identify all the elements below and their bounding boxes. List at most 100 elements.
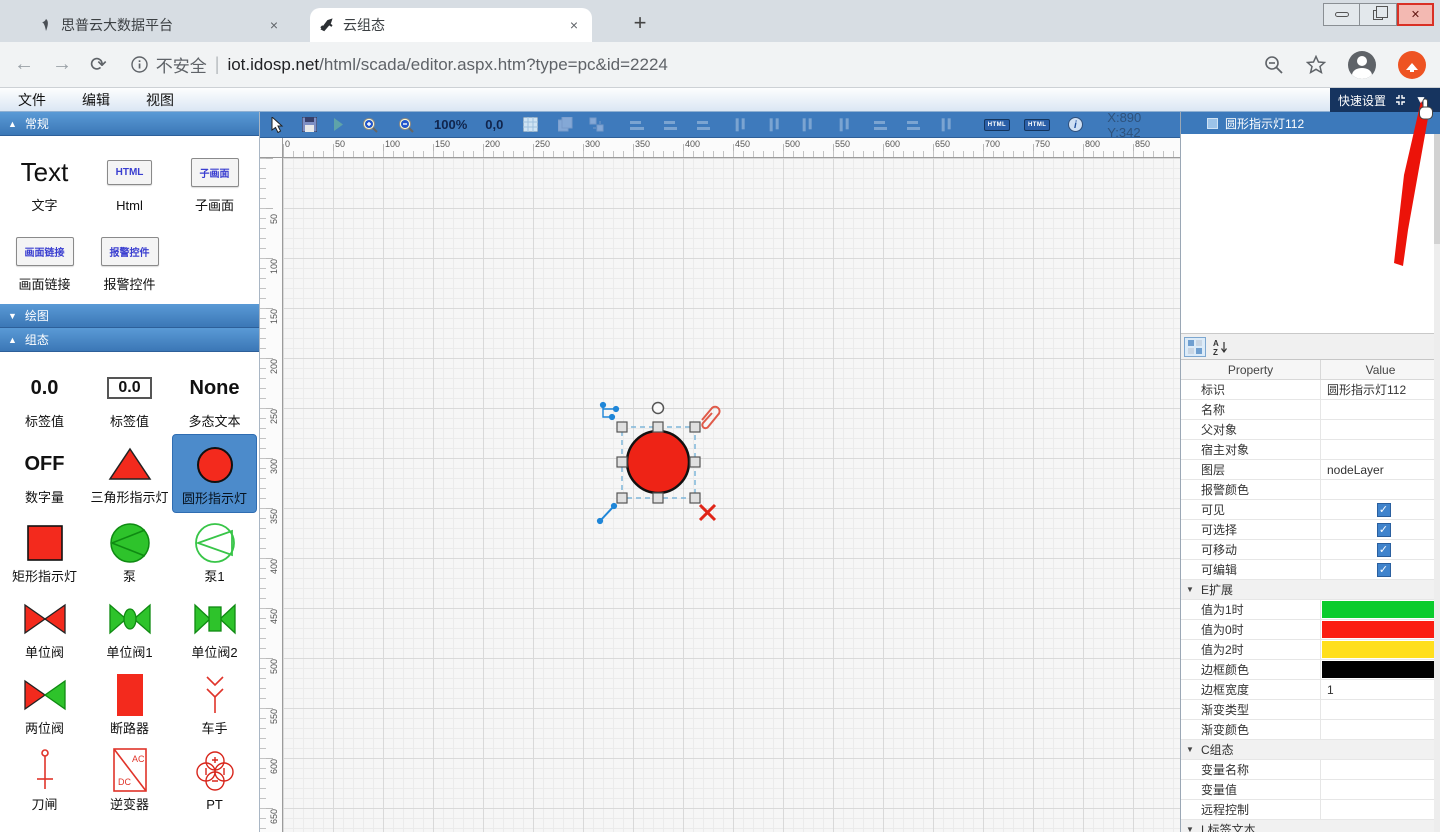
- property-row[interactable]: 可选择✓: [1181, 520, 1440, 540]
- close-button[interactable]: ✕: [1397, 3, 1434, 26]
- browser-tab-1[interactable]: 思普云大数据平台 ×: [30, 8, 292, 42]
- restore-button[interactable]: [1360, 3, 1397, 26]
- scale-tool-icon[interactable]: [597, 503, 616, 523]
- property-row[interactable]: 边框颜色: [1181, 660, 1440, 680]
- align-middle-icon[interactable]: [768, 118, 780, 131]
- connector-tool-icon[interactable]: [600, 402, 618, 419]
- browser-update-icon[interactable]: [1398, 51, 1426, 79]
- tab-close-icon[interactable]: ×: [566, 17, 582, 33]
- property-value[interactable]: 圆形指示灯112: [1321, 380, 1440, 399]
- property-value[interactable]: ✓: [1321, 520, 1440, 539]
- palette-item-valve2[interactable]: 单位阀2: [172, 589, 257, 665]
- property-row[interactable]: ▼L标签文本: [1181, 820, 1440, 832]
- property-row[interactable]: 可见✓: [1181, 500, 1440, 520]
- align-right-icon[interactable]: [697, 119, 710, 131]
- color-swatch[interactable]: [1322, 661, 1439, 678]
- palette-item-pump1[interactable]: 泵1: [172, 513, 257, 589]
- property-value[interactable]: ✓: [1321, 560, 1440, 579]
- select-cursor-icon[interactable]: [270, 117, 284, 133]
- property-row[interactable]: ▼E扩展: [1181, 580, 1440, 600]
- property-value[interactable]: [1321, 400, 1440, 419]
- distribute-h-icon[interactable]: [839, 118, 851, 131]
- property-row[interactable]: 边框宽度1: [1181, 680, 1440, 700]
- palette-item-circle-lamp[interactable]: 圆形指示灯: [172, 434, 257, 512]
- new-tab-button[interactable]: +: [626, 10, 654, 38]
- checkbox[interactable]: ✓: [1377, 543, 1391, 557]
- palette-item-label-value[interactable]: 0.0 标签值: [2, 358, 87, 434]
- palette-item-valve1[interactable]: 单位阀1: [87, 589, 172, 665]
- property-row[interactable]: 宿主对象: [1181, 440, 1440, 460]
- browser-tab-2[interactable]: 云组态 ×: [310, 8, 592, 42]
- checkbox[interactable]: ✓: [1377, 503, 1391, 517]
- same-width-icon[interactable]: [874, 119, 887, 131]
- property-value[interactable]: [1321, 700, 1440, 719]
- property-value[interactable]: [1321, 620, 1440, 639]
- canvas-grid[interactable]: [283, 158, 1180, 832]
- group-collapse-icon[interactable]: ▼: [1186, 825, 1194, 832]
- inspector-scrollbar-thumb[interactable]: [1434, 134, 1440, 244]
- circle-lamp-object[interactable]: [627, 431, 689, 493]
- align-left-icon[interactable]: [630, 119, 643, 131]
- palette-item-digital[interactable]: OFF 数字量: [2, 434, 87, 512]
- property-value[interactable]: [1321, 640, 1440, 659]
- property-value[interactable]: [1321, 800, 1440, 819]
- property-row[interactable]: 变量值: [1181, 780, 1440, 800]
- rotate-handle[interactable]: [653, 403, 664, 414]
- property-value[interactable]: 1: [1321, 680, 1440, 699]
- delete-icon[interactable]: [700, 505, 715, 520]
- html-preview-icon[interactable]: HTML: [1024, 119, 1050, 131]
- align-top-icon[interactable]: [735, 118, 747, 131]
- property-row[interactable]: 远程控制: [1181, 800, 1440, 820]
- property-value[interactable]: ✓: [1321, 500, 1440, 519]
- align-center-icon[interactable]: [664, 119, 677, 131]
- sort-az-icon[interactable]: AZ: [1210, 337, 1232, 357]
- palette-item-html[interactable]: HTML Html: [87, 142, 172, 221]
- group-collapse-icon[interactable]: ▼: [1186, 745, 1194, 754]
- property-row[interactable]: 渐变类型: [1181, 700, 1440, 720]
- same-height-icon[interactable]: [907, 119, 920, 131]
- section-header-drawing[interactable]: ▼绘图: [0, 304, 259, 328]
- copy-icon[interactable]: [558, 117, 573, 132]
- property-row[interactable]: 变量名称: [1181, 760, 1440, 780]
- object-tree-selected-item[interactable]: 圆形指示灯112: [1181, 112, 1440, 134]
- property-row[interactable]: 图层nodeLayer: [1181, 460, 1440, 480]
- palette-item-two-position-valve[interactable]: 两位阀: [2, 665, 87, 741]
- menu-file[interactable]: 文件: [18, 90, 46, 110]
- property-value[interactable]: ✓: [1321, 540, 1440, 559]
- property-value[interactable]: [1321, 780, 1440, 799]
- quick-settings-dropdown-icon[interactable]: ▼: [1415, 93, 1427, 107]
- palette-item-valve[interactable]: 单位阀: [2, 589, 87, 665]
- palette-item-knife-switch[interactable]: 刀闸: [2, 741, 87, 817]
- html-export-icon[interactable]: HTML: [984, 119, 1010, 131]
- zoom-out-icon[interactable]: [1264, 55, 1284, 75]
- property-row[interactable]: 值为1时: [1181, 600, 1440, 620]
- quick-settings-label[interactable]: 快速设置: [1338, 92, 1386, 109]
- reload-icon[interactable]: ⟳: [90, 52, 107, 77]
- palette-item-screen-link[interactable]: 画面链接 画面链接: [2, 221, 87, 300]
- property-row[interactable]: 渐变颜色: [1181, 720, 1440, 740]
- back-icon[interactable]: ←: [14, 53, 34, 76]
- property-value[interactable]: [1321, 660, 1440, 679]
- about-info-icon[interactable]: i: [1068, 117, 1083, 132]
- property-row[interactable]: 可移动✓: [1181, 540, 1440, 560]
- palette-item-multistate-text[interactable]: None 多态文本: [172, 358, 257, 434]
- bookmark-star-icon[interactable]: [1306, 55, 1326, 75]
- property-value[interactable]: [1321, 440, 1440, 459]
- property-row[interactable]: 值为2时: [1181, 640, 1440, 660]
- color-swatch[interactable]: [1322, 601, 1439, 618]
- property-value[interactable]: [1321, 420, 1440, 439]
- palette-item-text[interactable]: Text 文字: [2, 142, 87, 221]
- property-row[interactable]: 值为0时: [1181, 620, 1440, 640]
- zoom-in-icon[interactable]: [362, 117, 378, 133]
- save-icon[interactable]: [302, 117, 317, 132]
- group-collapse-icon[interactable]: ▼: [1186, 585, 1194, 594]
- distribute-v-icon[interactable]: [941, 118, 953, 131]
- menu-view[interactable]: 视图: [146, 90, 174, 110]
- palette-item-subscreen[interactable]: 子画面 子画面: [172, 142, 257, 221]
- grid-toggle-icon[interactable]: [523, 117, 538, 132]
- color-swatch[interactable]: [1322, 621, 1439, 638]
- palette-item-inverter[interactable]: ACDC 逆变器: [87, 741, 172, 817]
- palette-item-breaker[interactable]: 断路器: [87, 665, 172, 741]
- property-row[interactable]: ▼C组态: [1181, 740, 1440, 760]
- minimize-button[interactable]: [1323, 3, 1360, 26]
